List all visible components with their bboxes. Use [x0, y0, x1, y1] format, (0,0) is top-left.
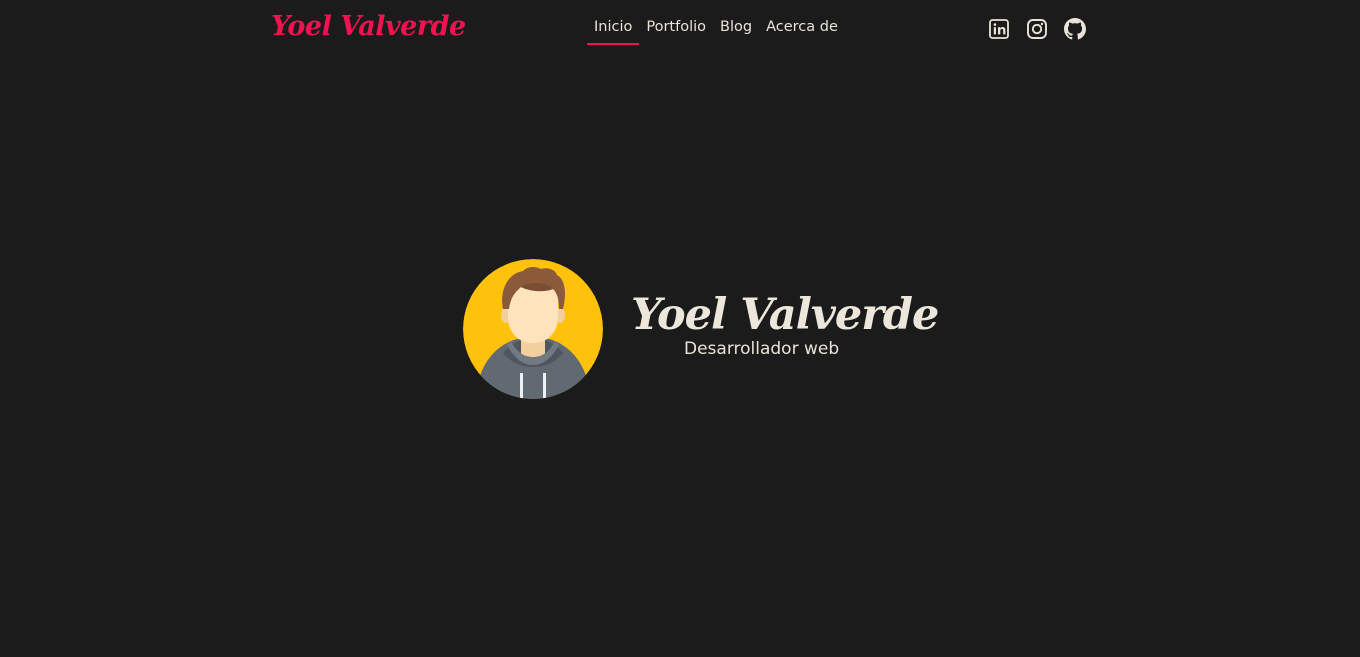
github-icon — [1064, 18, 1086, 40]
linkedin-icon — [989, 19, 1009, 39]
instagram-icon — [1027, 19, 1047, 39]
profile-avatar — [463, 259, 603, 399]
hero-text: Yoel Valverde Desarrollador web — [631, 287, 939, 359]
instagram-link[interactable] — [1026, 18, 1048, 40]
nav-item-inicio[interactable]: Inicio — [587, 0, 640, 45]
nav-item-acerca-de[interactable]: Acerca de — [759, 0, 845, 45]
github-link[interactable] — [1064, 18, 1086, 40]
social-links — [988, 18, 1086, 40]
linkedin-link[interactable] — [988, 18, 1010, 40]
hero-role: Desarrollador web — [684, 339, 840, 359]
nav-item-blog[interactable]: Blog — [713, 0, 759, 45]
developer-avatar-icon — [463, 259, 603, 399]
main-nav: Inicio Portfolio Blog Acerca de — [587, 0, 845, 60]
site-header: Yoel Valverde Inicio Portfolio Blog Acer… — [0, 0, 1360, 60]
site-logo[interactable]: Yoel Valverde — [271, 11, 466, 42]
hero-section: Yoel Valverde Desarrollador web — [463, 259, 939, 399]
nav-item-portfolio[interactable]: Portfolio — [639, 0, 713, 45]
hero-name: Yoel Valverde — [631, 290, 939, 340]
